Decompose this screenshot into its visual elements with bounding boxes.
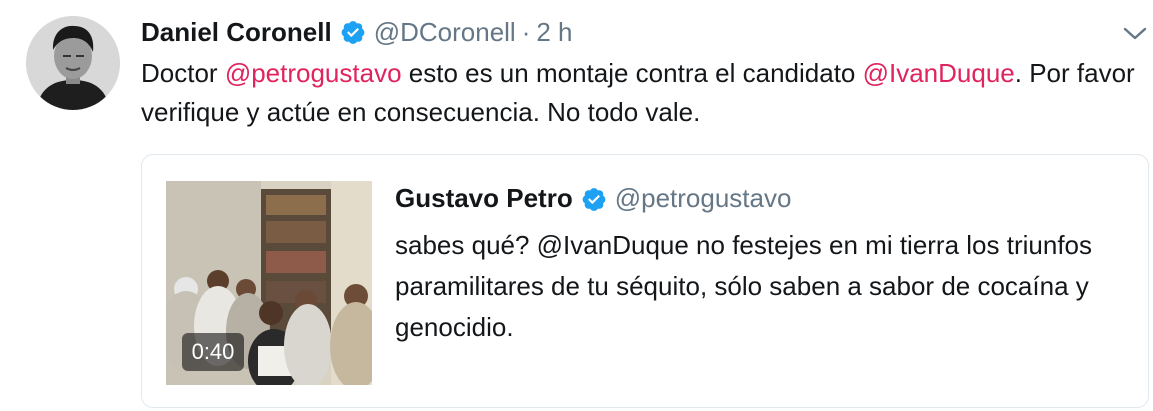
quoted-author-handle[interactable]: @petrogustavo [615, 183, 792, 214]
tweet-text-part: esto es un montaje contra el candidato [401, 58, 863, 88]
tweet-text: Doctor @petrogustavo esto es un montaje … [141, 54, 1141, 132]
quoted-tweet-text: sabes qué? @IvanDuque no festejes en mi … [395, 230, 1092, 342]
mention-link[interactable]: @petrogustavo [225, 58, 402, 88]
quoted-tweet-header: Gustavo Petro @petrogustavo [395, 183, 791, 214]
video-thumbnail[interactable]: 0:40 [166, 181, 372, 385]
avatar-photo [26, 16, 120, 110]
header-separator: · [521, 16, 531, 47]
tweet-header: Daniel Coronell @DCoronell · 2 h [141, 12, 573, 52]
tweet-timestamp[interactable]: 2 h [536, 17, 572, 48]
quoted-author-name[interactable]: Gustavo Petro [395, 183, 573, 214]
quoted-tweet[interactable]: 0:40 Gustavo Petro @petrogustavo sabes q… [141, 154, 1149, 408]
verified-badge-icon [340, 19, 366, 45]
author-name[interactable]: Daniel Coronell [141, 17, 332, 48]
video-duration-badge: 0:40 [182, 333, 244, 371]
author-handle[interactable]: @DCoronell [374, 17, 516, 48]
chevron-down-icon[interactable] [1120, 20, 1150, 48]
tweet-text-part: Doctor [141, 58, 225, 88]
mention-link[interactable]: @IvanDuque [863, 58, 1015, 88]
verified-badge-icon [581, 186, 607, 212]
author-avatar[interactable] [26, 16, 120, 110]
